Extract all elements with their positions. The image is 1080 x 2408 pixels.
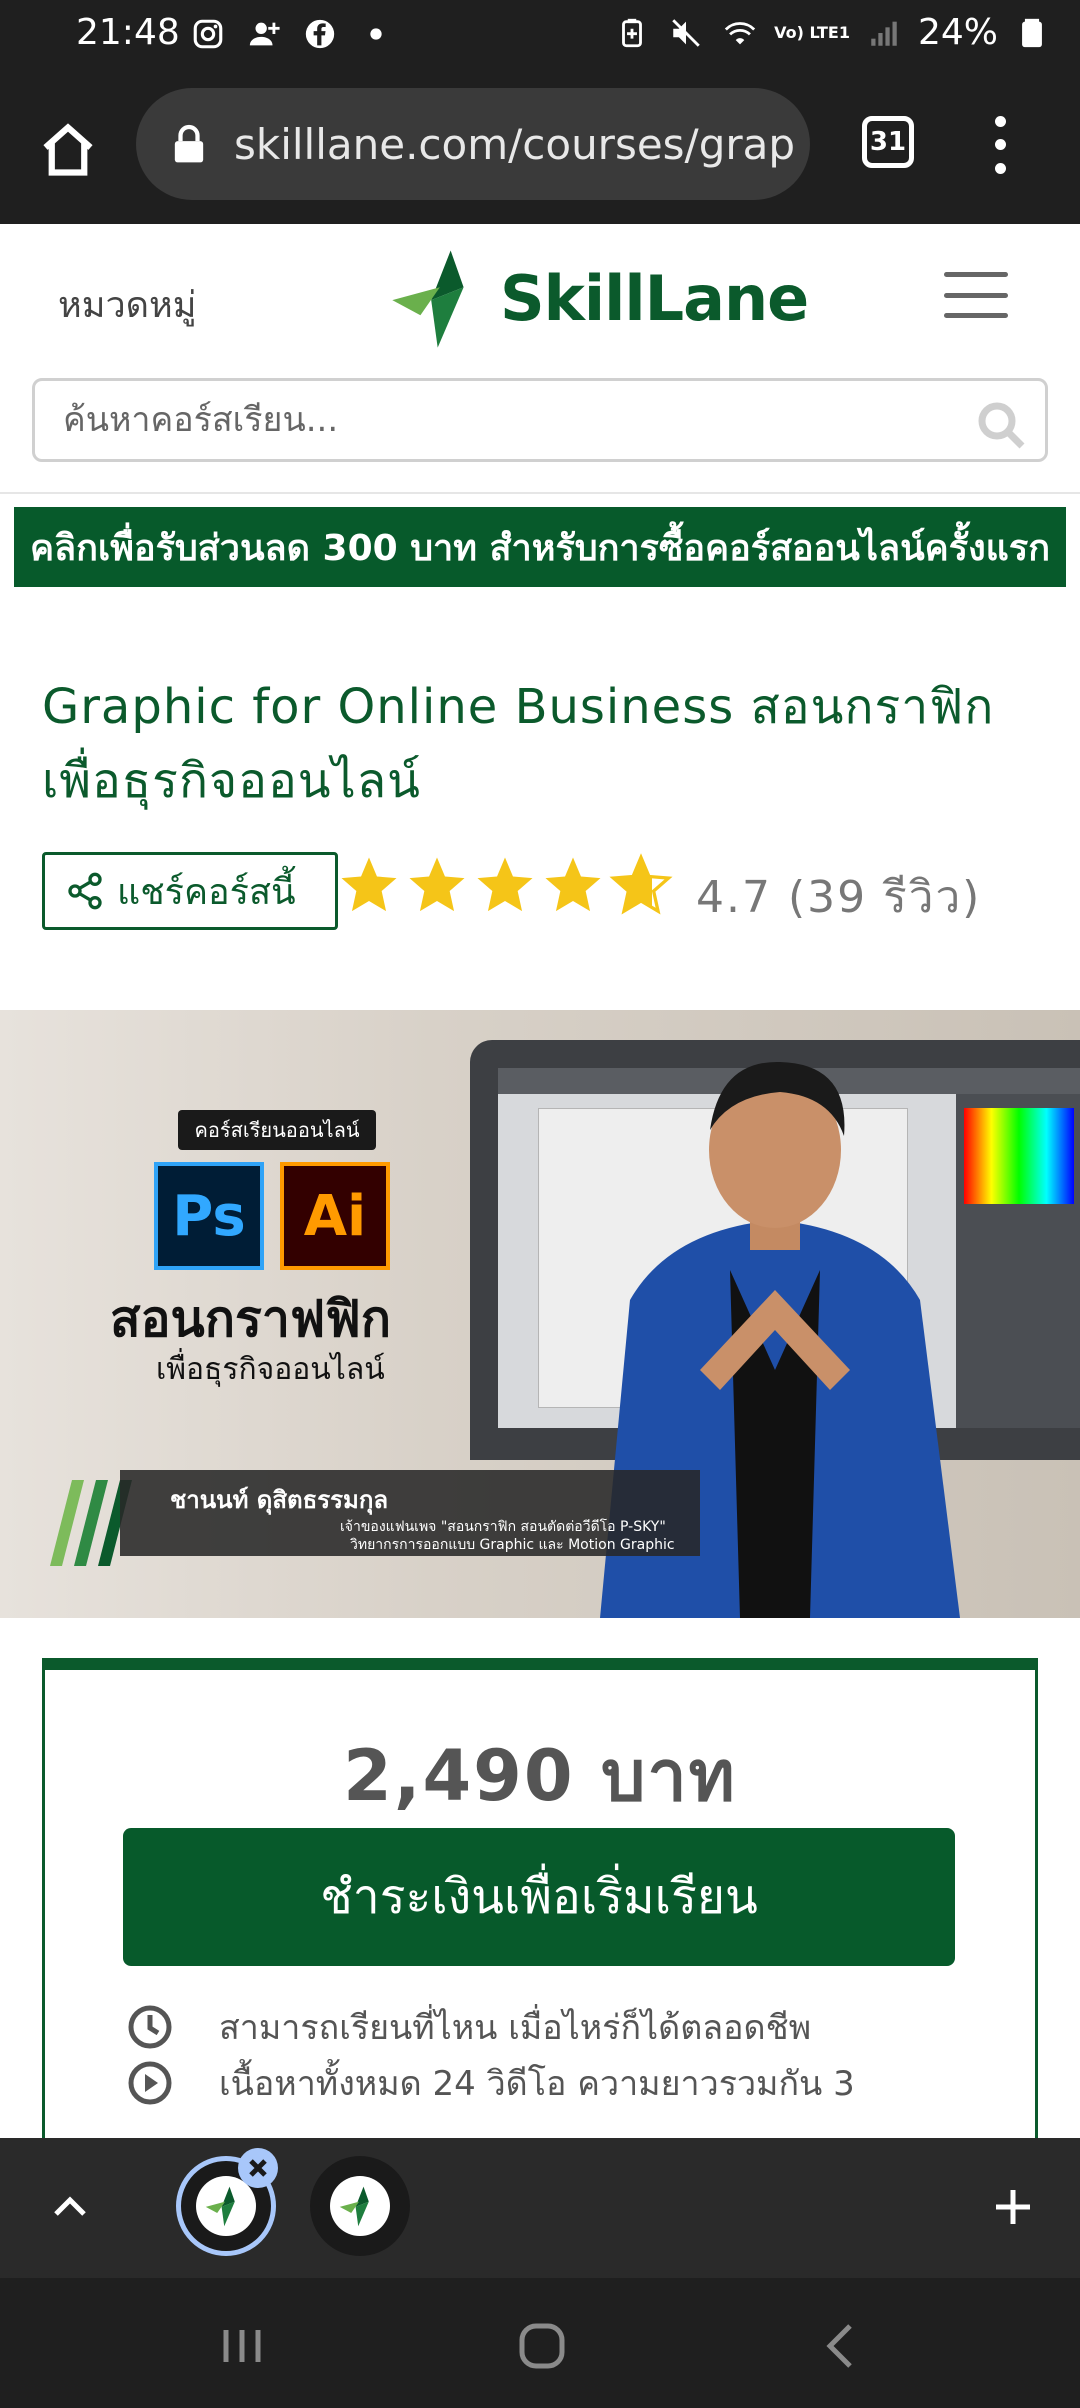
system-nav-bar xyxy=(0,2278,1080,2408)
system-icons: Vo) LTE1 24% xyxy=(612,12,1052,53)
star-partial-icon xyxy=(609,853,673,915)
home-nav-button[interactable] xyxy=(512,2316,572,2376)
star-full-icon xyxy=(409,857,465,912)
notification-icons xyxy=(188,14,396,54)
illustrator-logo: Ai xyxy=(280,1162,390,1270)
browser-tab-strip xyxy=(0,2138,1080,2278)
new-tab-button[interactable] xyxy=(988,2182,1038,2232)
back-button[interactable] xyxy=(812,2316,872,2376)
hero-subtitle: เพื่อธุรกิจออนไลน์ xyxy=(156,1352,385,1387)
hamburger-line xyxy=(944,272,1008,277)
course-hero-image: คอร์สเรียนออนไลน์ Ps Ai สอนกราฟฟิก เพื่อ… xyxy=(0,1010,1080,1618)
share-icon xyxy=(68,872,102,910)
close-tab-button[interactable] xyxy=(238,2148,278,2188)
search-input[interactable] xyxy=(63,400,963,440)
feature-text: สามารถเรียนที่ไหน เมื่อไหร่ก็ได้ตลอดชีพ xyxy=(219,2008,812,2048)
site-logo[interactable]: SkillLane xyxy=(388,244,809,352)
share-label: แชร์คอร์สนี้ xyxy=(117,871,296,913)
instructor-description: วิทยากรการออกแบบ Graphic และ Motion Grap… xyxy=(350,1537,675,1553)
star-full-icon xyxy=(477,857,533,912)
tab-item[interactable] xyxy=(310,2156,410,2256)
clock-icon xyxy=(128,2005,172,2049)
wifi-icon xyxy=(720,13,760,53)
hamburger-line xyxy=(944,313,1008,318)
hamburger-menu-button[interactable] xyxy=(944,272,1008,318)
browser-menu-button[interactable] xyxy=(980,110,1020,180)
back-icon xyxy=(826,2324,852,2368)
purchase-card: 2,490 บาท ชำระเงินเพื่อเริ่มเรียน สามารถ… xyxy=(42,1658,1038,2138)
share-course-button[interactable]: แชร์คอร์สนี้ xyxy=(42,852,338,930)
course-price: 2,490 บาท xyxy=(343,1735,737,1817)
add-contact-icon xyxy=(244,14,284,54)
home-icon xyxy=(43,123,93,176)
pay-to-start-button[interactable]: ชำระเงินเพื่อเริ่มเรียน xyxy=(123,1828,955,1966)
battery-percent: 24% xyxy=(917,12,998,53)
recents-icon xyxy=(223,2330,261,2362)
site-header: หมวดหมู่ SkillLane xyxy=(0,224,1080,494)
star-full-icon xyxy=(545,857,601,912)
logo-text: SkillLane xyxy=(500,261,809,335)
search-icon[interactable] xyxy=(975,399,1027,451)
categories-link[interactable]: หมวดหมู่ xyxy=(58,276,197,333)
plus-icon xyxy=(996,2190,1030,2224)
home-button[interactable] xyxy=(30,112,106,188)
online-course-badge: คอร์สเรียนออนไลน์ xyxy=(178,1110,376,1150)
status-time: 21:48 xyxy=(76,12,180,53)
mute-icon xyxy=(666,13,706,53)
battery-icon xyxy=(1012,13,1052,53)
play-circle-icon xyxy=(128,2061,172,2105)
lte-label: Vo) LTE1 xyxy=(774,22,850,42)
course-search xyxy=(32,378,1048,462)
feature-item: เนื้อหาทั้งหมด 24 วิดีโอ ความยาวรวมกัน 3 xyxy=(127,2056,855,2110)
promo-banner[interactable]: คลิกเพื่อรับส่วนลด 300 บาท สำหรับการซื้อ… xyxy=(14,507,1066,587)
address-bar[interactable]: skilllane.com/courses/grap xyxy=(136,88,810,200)
skilllane-favicon-icon xyxy=(205,2186,235,2227)
home-circle-icon xyxy=(519,2323,565,2369)
expand-tabs-button[interactable] xyxy=(48,2184,92,2228)
web-page: หมวดหมู่ SkillLane คลิกเพื่อรับส่วนลด 30… xyxy=(0,224,1080,2138)
hamburger-line xyxy=(944,292,1008,298)
url-text[interactable]: skilllane.com/courses/grap xyxy=(234,120,794,169)
rating-stars xyxy=(336,852,674,918)
skilllane-favicon-icon xyxy=(339,2186,369,2227)
recent-apps-button[interactable] xyxy=(212,2316,272,2376)
instructor-name: ชานนท์ ดุสิตธรรมกุล xyxy=(170,1486,389,1514)
status-bar: 21:48 Vo) LTE1 24% xyxy=(0,0,1080,70)
lock-icon xyxy=(172,124,206,164)
menu-dot-icon xyxy=(994,116,1006,128)
chevron-up-icon xyxy=(54,2196,86,2216)
star-full-icon xyxy=(341,857,397,912)
skilllane-logo-icon xyxy=(392,250,464,348)
photoshop-logo: Ps xyxy=(154,1162,264,1270)
browser-toolbar: skilllane.com/courses/grap 31 xyxy=(0,70,1080,224)
feature-text: เนื้อหาทั้งหมด 24 วิดีโอ ความยาวรวมกัน 3 xyxy=(219,2064,855,2104)
close-icon xyxy=(249,2159,267,2177)
feature-item: สามารถเรียนที่ไหน เมื่อไหร่ก็ได้ตลอดชีพ xyxy=(127,2000,811,2054)
rating-text[interactable]: 4.7 (39 รีวิว) xyxy=(696,862,981,932)
instagram-icon xyxy=(188,14,228,54)
facebook-icon xyxy=(300,14,340,54)
tab-switcher-button[interactable]: 31 xyxy=(862,116,914,168)
course-title: Graphic for Online Business สอนกราฟิก เพ… xyxy=(42,679,995,809)
tab-favicon xyxy=(330,2176,390,2236)
signal-icon xyxy=(864,13,904,53)
menu-dot-icon xyxy=(994,162,1006,174)
menu-dot-icon xyxy=(994,139,1006,151)
dot-icon xyxy=(356,14,396,54)
battery-saver-icon xyxy=(612,13,652,53)
